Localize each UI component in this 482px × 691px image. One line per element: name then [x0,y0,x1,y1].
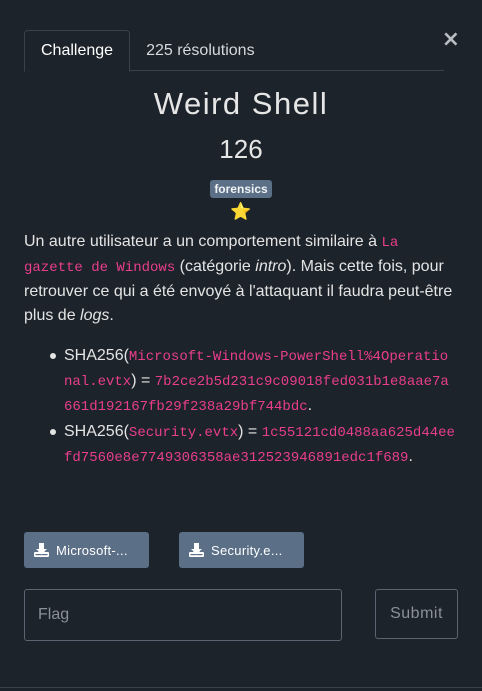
challenge-modal: × Challenge 225 résolutions Weird Shell … [0,0,482,691]
hash-prefix: SHA256( [64,347,129,364]
challenge-title: Weird Shell [153,86,329,121]
hash-suffix: . [408,448,413,465]
hash-item: SHA256(Microsoft-Windows-PowerShell%4Ope… [24,344,456,419]
description-text: . [109,307,114,324]
tab-bar: Challenge 225 résolutions [24,30,444,72]
challenge-points: 126 [219,134,263,164]
submit-button[interactable]: Submit [375,589,458,639]
download-label: Microsoft-... [56,542,128,558]
download-label: Security.e... [211,542,283,558]
tab-challenge[interactable]: Challenge [24,30,131,72]
flag-input[interactable] [24,589,342,641]
hash-mid: ) = [131,372,155,389]
description-emphasis: intro [255,258,287,275]
download-icon [189,543,204,557]
description-emphasis: logs [80,307,110,324]
download-button-powershell[interactable]: Microsoft-... [24,532,149,568]
hash-prefix: SHA256( [64,423,129,440]
star-icon: ⭐ [230,202,252,222]
hash-mid: ) = [238,423,262,440]
download-button-security[interactable]: Security.e... [179,532,304,568]
modal-bottom-divider [0,687,482,691]
challenge-description: Un autre utilisateur a un comportement s… [24,230,456,328]
download-icon [34,543,49,557]
description-text: (catégorie [175,258,256,275]
hash-list: SHA256(Microsoft-Windows-PowerShell%4Ope… [24,344,456,471]
category-badge: forensics [210,180,272,198]
description-text: Un autre utilisateur a un comportement s… [24,233,382,250]
hash-item: SHA256(Security.evtx) = 1c55121cd0488aa6… [24,420,456,470]
tab-solves[interactable]: 225 résolutions [130,30,271,71]
hash-filename: Security.evtx [128,425,239,441]
close-icon[interactable]: × [442,28,460,52]
hash-suffix: . [307,397,313,414]
